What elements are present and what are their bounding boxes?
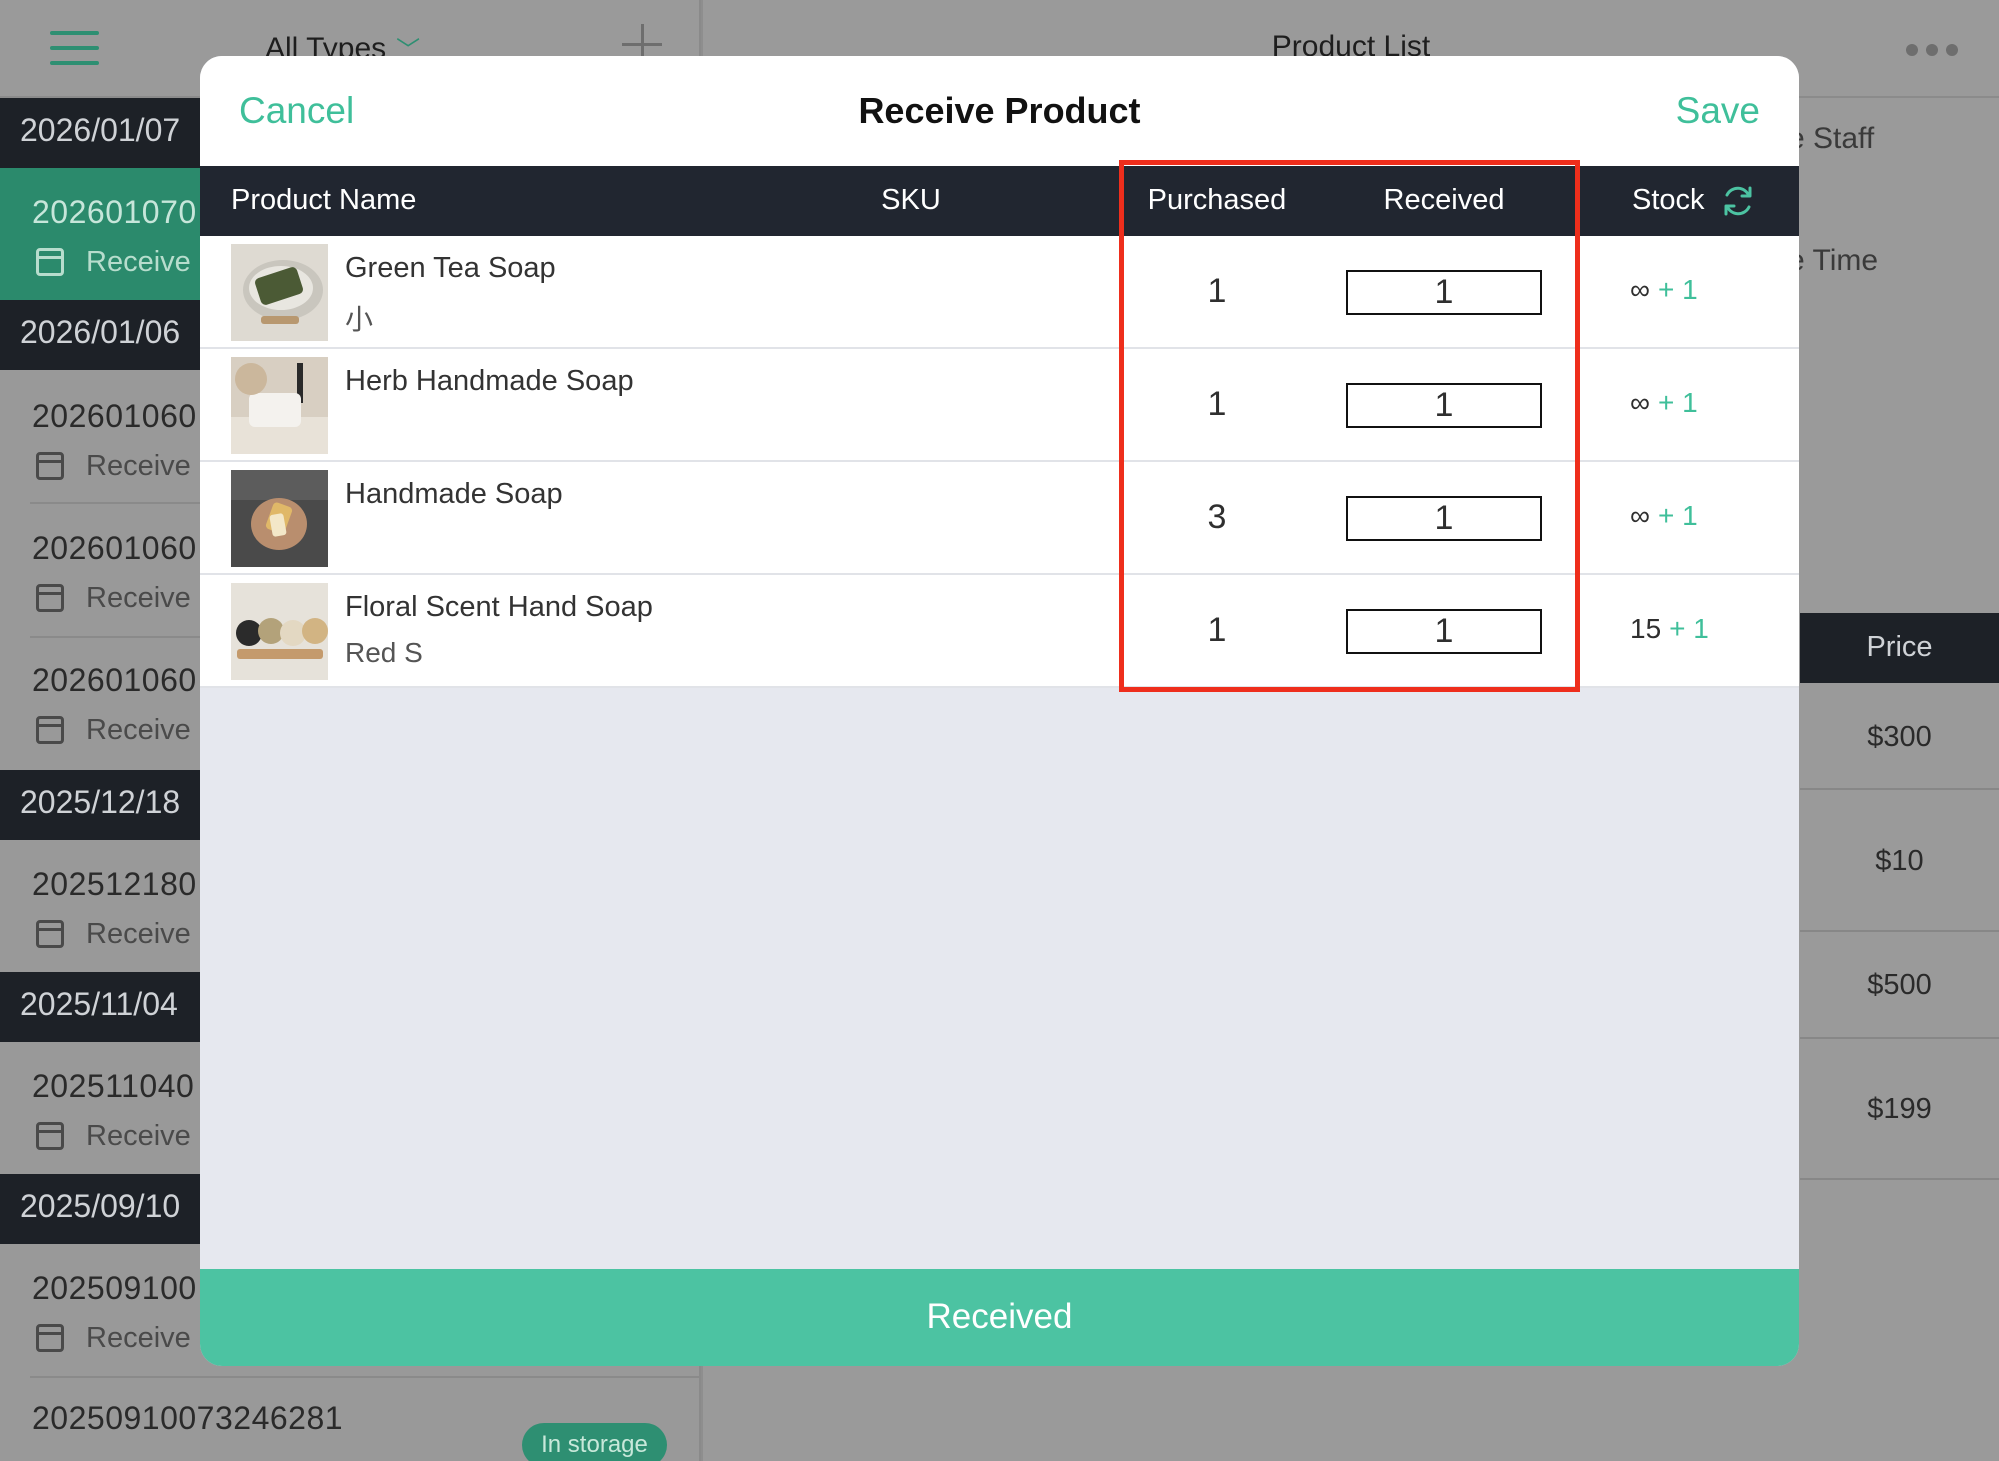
more-icon[interactable]: [1906, 44, 1958, 56]
product-variant: 小: [345, 304, 374, 335]
purchased-quantity: 3: [1207, 498, 1227, 536]
dialog-title: Receive Product: [858, 90, 1141, 131]
table-row: Floral Scent Hand Soap Red S 1 15+ 1: [200, 575, 1799, 688]
divider: [1800, 1037, 1999, 1039]
order-status: Receive: [86, 450, 191, 482]
order-number: 202512180: [32, 866, 197, 902]
stock-value: ∞ + 1: [1630, 387, 1698, 419]
time-label: e Time: [1788, 244, 1879, 277]
stock-value: 15 + 1: [1630, 613, 1709, 645]
product-variant: Red S: [345, 637, 423, 668]
save-button[interactable]: Save: [1676, 90, 1760, 132]
price-cell: $10: [1875, 845, 1924, 877]
purchased-quantity: 1: [1207, 385, 1227, 423]
divider: [1800, 1178, 1999, 1180]
calendar-icon: [36, 716, 64, 744]
product-name: Green Tea Soap: [345, 252, 556, 284]
purchased-quantity: 1: [1207, 272, 1227, 310]
purchased-quantity: 1: [1207, 611, 1227, 649]
received-quantity-input[interactable]: [1346, 496, 1542, 541]
product-name: Floral Scent Hand Soap: [345, 591, 653, 623]
price-cell: $199: [1867, 1093, 1932, 1125]
product-thumbnail: [231, 357, 328, 454]
column-header-sku: SKU: [881, 184, 941, 216]
product-thumbnail: [231, 583, 328, 680]
table-row: Herb Handmade Soap 1 ∞+ 1: [200, 349, 1799, 462]
dialog-header: Cancel Receive Product Save: [200, 56, 1799, 166]
order-number: 202601070: [32, 194, 197, 230]
received-quantity-input[interactable]: [1346, 609, 1542, 654]
received-button[interactable]: Received: [200, 1269, 1799, 1366]
staff-label: e Staff: [1788, 122, 1875, 155]
calendar-icon: [36, 584, 64, 612]
received-quantity-input[interactable]: [1346, 383, 1542, 428]
order-status: Receive: [86, 714, 191, 746]
order-number: 202601060: [32, 398, 197, 434]
table-row: Green Tea Soap 小 1 ∞+ 1: [200, 236, 1799, 349]
column-header-product-name: Product Name: [231, 184, 417, 216]
table-row: Handmade Soap 3 ∞+ 1: [200, 462, 1799, 575]
order-number: 202511040: [32, 1068, 195, 1104]
order-number: 202601060: [32, 530, 197, 566]
column-header-stock: Stock: [1632, 184, 1705, 216]
product-name: Handmade Soap: [345, 478, 563, 510]
order-status: Receive: [86, 246, 191, 278]
stock-current: 15: [1630, 613, 1662, 644]
order-status: Receive: [86, 1322, 191, 1354]
order-status: Receive: [86, 918, 191, 950]
calendar-icon: [36, 920, 64, 948]
calendar-icon: [36, 1122, 64, 1150]
stock-increment: + 1: [1657, 274, 1698, 305]
stock-value: ∞ + 1: [1630, 500, 1698, 532]
table-header: Product Name SKU Purchased Received Stoc…: [200, 166, 1799, 236]
stock-increment: + 1: [1657, 387, 1698, 418]
order-number: 20250910073246281: [32, 1400, 344, 1436]
calendar-icon: [36, 1324, 64, 1352]
order-number: 202601060: [32, 662, 197, 698]
receive-product-dialog: Cancel Receive Product Save Product Name…: [200, 56, 1799, 1366]
product-thumbnail: [231, 470, 328, 567]
divider: [1800, 930, 1999, 932]
price-column-header: Price: [1800, 613, 1999, 683]
price-cell: $500: [1867, 969, 1932, 1001]
divider: [1800, 788, 1999, 790]
product-thumbnail: [231, 244, 328, 341]
received-quantity-input[interactable]: [1346, 270, 1542, 315]
column-header-purchased: Purchased: [1147, 184, 1287, 216]
product-name: Herb Handmade Soap: [345, 365, 634, 397]
stock-increment: + 1: [1669, 613, 1709, 644]
column-header-received: Received: [1383, 184, 1505, 216]
stock-current: ∞: [1630, 387, 1650, 418]
refresh-icon[interactable]: [1720, 183, 1756, 219]
price-cell: $300: [1867, 721, 1932, 753]
order-status: Receive: [86, 1120, 191, 1152]
order-status: Receive: [86, 582, 191, 614]
stock-value: ∞ + 1: [1630, 274, 1698, 306]
stock-current: ∞: [1630, 274, 1650, 305]
stock-current: ∞: [1630, 500, 1650, 531]
calendar-icon: [36, 452, 64, 480]
calendar-icon: [36, 248, 64, 276]
status-badge: In storage: [522, 1423, 667, 1461]
menu-icon[interactable]: [50, 31, 99, 65]
stock-increment: + 1: [1657, 500, 1698, 531]
order-number: 202509100: [32, 1270, 197, 1306]
